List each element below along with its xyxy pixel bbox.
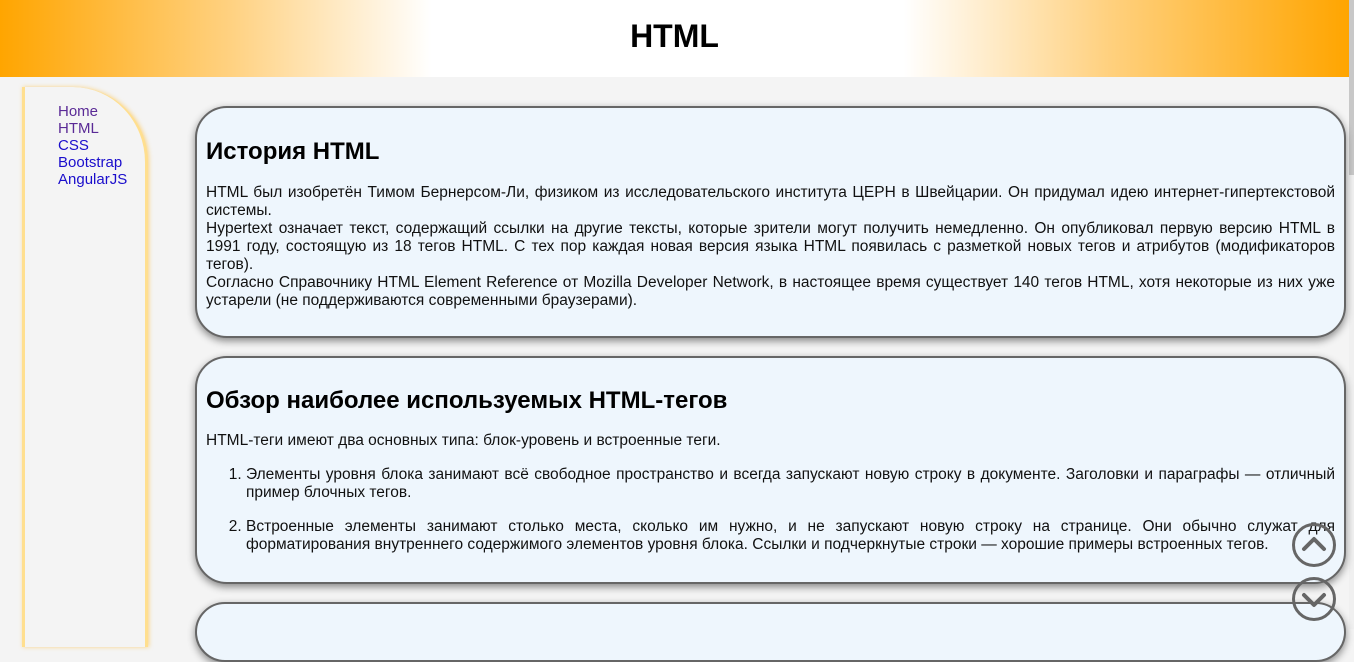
sidebar-item-home: Home xyxy=(58,103,145,120)
sidebar-link-html[interactable]: HTML xyxy=(58,120,99,137)
scroll-down-button[interactable] xyxy=(1292,577,1336,621)
sidebar-menu: Home HTML CSS Bootstrap AngularJS xyxy=(25,87,145,188)
section-html-history: История HTML HTML был изобретён Тимом Бе… xyxy=(195,106,1346,338)
section-title: История HTML xyxy=(206,138,380,165)
section-title: Обзор наиболее используемых HTML-тегов xyxy=(206,387,728,414)
sidebar-item-bootstrap: Bootstrap xyxy=(58,154,145,171)
section-intro: HTML-теги имеют два основных типа: блок-… xyxy=(206,432,721,449)
list-item: Встроенные элементы занимают столько мес… xyxy=(246,518,1335,554)
sidebar-item-html: HTML xyxy=(58,120,145,137)
section-next xyxy=(195,602,1346,662)
sidebar-nav: Home HTML CSS Bootstrap AngularJS xyxy=(22,87,148,647)
scrollbar[interactable] xyxy=(1349,0,1354,629)
sidebar-item-angularjs: AngularJS xyxy=(58,171,145,188)
section-paragraph: Hypertext означает текст, содержащий ссы… xyxy=(206,220,1335,273)
sidebar-link-bootstrap[interactable]: Bootstrap xyxy=(58,154,122,171)
list-item: Элементы уровня блока занимают всё свобо… xyxy=(246,466,1335,502)
page-header: HTML xyxy=(0,0,1349,77)
sidebar-link-angularjs[interactable]: AngularJS xyxy=(58,171,127,188)
chevron-up-icon xyxy=(1302,537,1326,551)
chevron-down-icon xyxy=(1302,593,1326,607)
scrollbar-thumb[interactable] xyxy=(1349,0,1354,175)
section-paragraph: Согласно Справочнику HTML Element Refere… xyxy=(206,274,1335,309)
section-paragraph: HTML был изобретён Тимом Бернерсом-Ли, ф… xyxy=(206,184,1335,219)
sidebar-link-css[interactable]: CSS xyxy=(58,137,89,154)
section-html-tags-overview: Обзор наиболее используемых HTML-тегов H… xyxy=(195,356,1346,584)
tag-types-list: Элементы уровня блока занимают всё свобо… xyxy=(206,466,1335,554)
page-title: HTML xyxy=(630,18,719,54)
scroll-up-button[interactable] xyxy=(1292,523,1336,567)
sidebar-item-css: CSS xyxy=(58,137,145,154)
sidebar-link-home[interactable]: Home xyxy=(58,103,98,120)
